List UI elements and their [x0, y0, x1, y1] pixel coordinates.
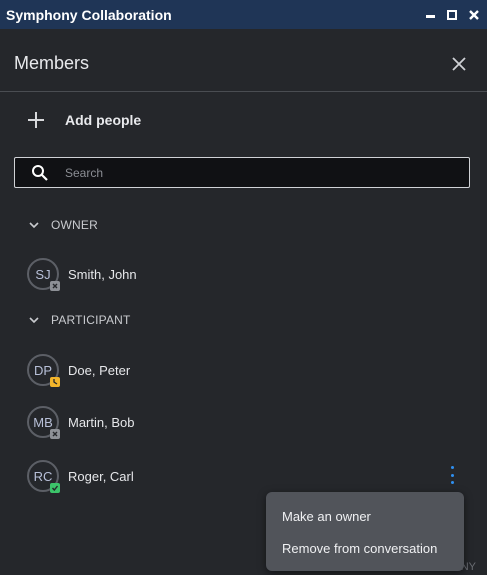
owner-section-toggle[interactable]: OWNER — [28, 218, 98, 232]
avatar-initials: SJ — [35, 266, 51, 282]
close-panel-icon[interactable] — [451, 56, 467, 72]
avatar: DP — [27, 354, 60, 387]
member-row[interactable]: MB Martin, Bob — [27, 405, 467, 439]
member-name: Doe, Peter — [68, 362, 131, 378]
member-name: Martin, Bob — [68, 414, 135, 430]
window-close-icon[interactable] — [467, 8, 481, 22]
window-title: Symphony Collaboration — [6, 6, 172, 23]
plus-icon — [28, 112, 44, 128]
add-people-button[interactable]: Add people — [28, 110, 141, 130]
members-panel-header: Members — [0, 29, 487, 92]
avatar-initials: MB — [33, 414, 53, 430]
panel-title: Members — [14, 53, 90, 73]
member-name: Smith, John — [68, 266, 137, 282]
status-available-icon — [50, 483, 60, 493]
status-offline-icon — [50, 429, 60, 439]
maximize-icon[interactable] — [445, 8, 459, 22]
avatar: MB — [27, 406, 60, 439]
status-away-icon — [50, 377, 60, 387]
minimize-icon[interactable] — [423, 8, 437, 22]
make-owner-menu-item[interactable]: Make an owner — [282, 509, 371, 524]
avatar: SJ — [27, 258, 60, 291]
chevron-down-icon — [29, 317, 39, 324]
more-options-icon[interactable] — [449, 466, 455, 484]
member-row[interactable]: RC Roger, Carl — [27, 459, 467, 493]
avatar: RC — [27, 460, 60, 493]
search-icon — [32, 164, 48, 181]
member-context-menu: Make an owner Remove from conversation — [266, 492, 464, 571]
participant-section-label: PARTICIPANT — [51, 313, 131, 327]
window-titlebar: Symphony Collaboration — [0, 0, 487, 29]
status-offline-icon — [50, 281, 60, 291]
add-people-label: Add people — [65, 112, 142, 128]
participant-section-toggle[interactable]: PARTICIPANT — [28, 313, 131, 327]
owner-section-label: OWNER — [51, 218, 98, 232]
member-row[interactable]: DP Doe, Peter — [27, 353, 467, 387]
window-controls — [423, 0, 481, 29]
chevron-down-icon — [29, 222, 39, 229]
remove-from-conversation-menu-item[interactable]: Remove from conversation — [282, 541, 437, 556]
member-name: Roger, Carl — [68, 468, 134, 484]
search-box — [14, 157, 470, 188]
avatar-initials: RC — [33, 468, 53, 484]
member-row[interactable]: SJ Smith, John — [27, 257, 467, 291]
search-input[interactable] — [63, 164, 447, 181]
avatar-initials: DP — [33, 362, 53, 378]
